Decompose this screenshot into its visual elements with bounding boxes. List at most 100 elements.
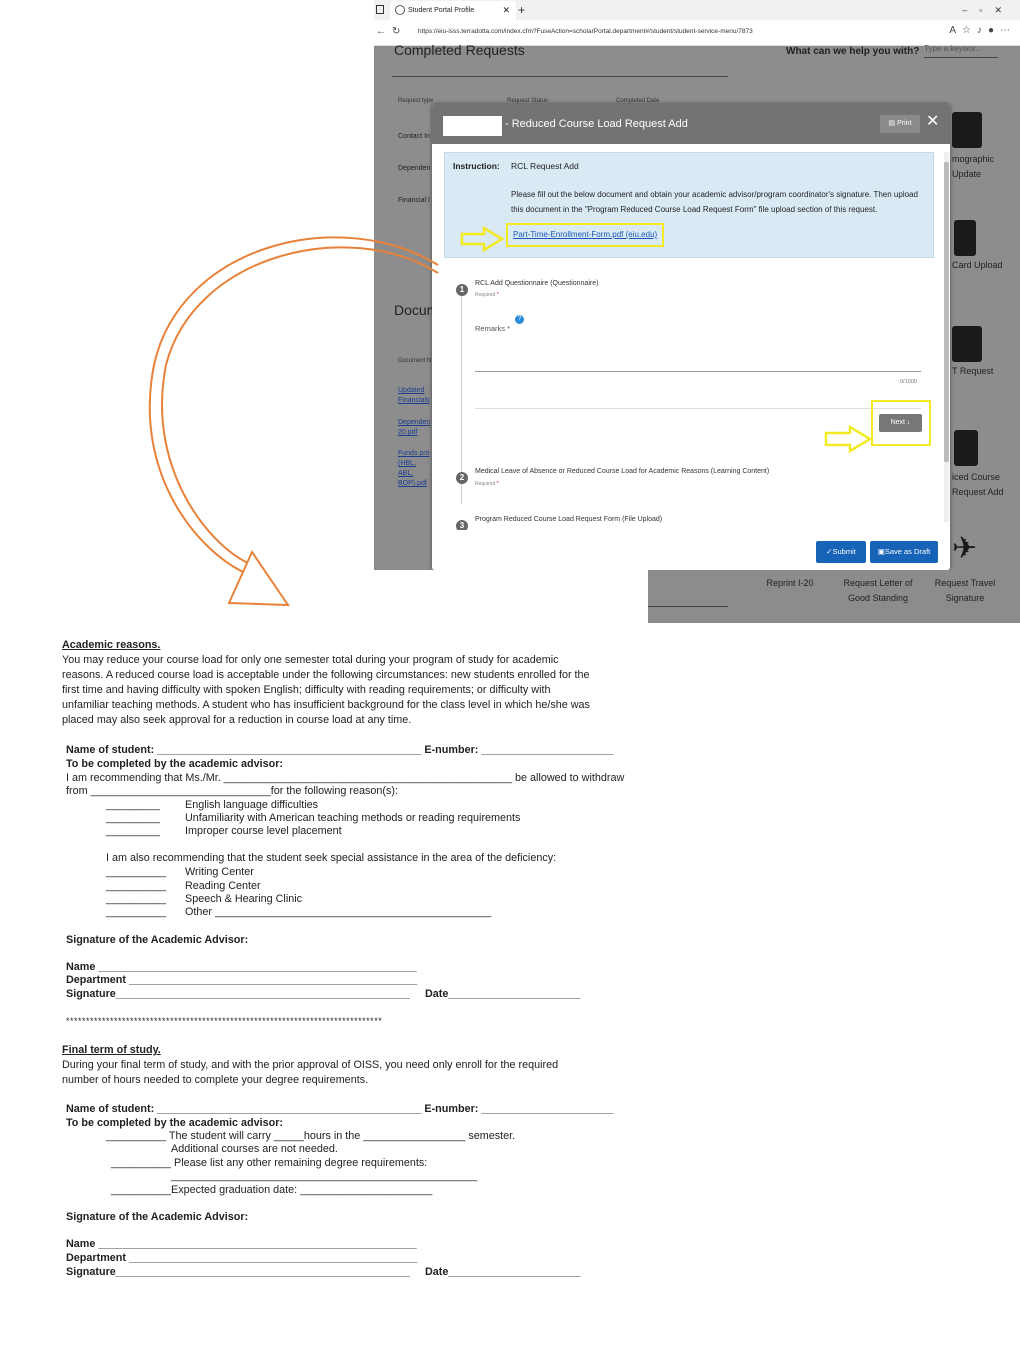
globe-icon xyxy=(395,5,405,15)
side-item[interactable]: T Request xyxy=(952,364,993,379)
book-icon[interactable] xyxy=(954,430,978,466)
tile-reprint-i20[interactable]: Reprint I-20 xyxy=(760,576,820,591)
blank-line: __________ xyxy=(106,906,167,918)
sig-name-line: Name ___________________________________… xyxy=(66,961,417,973)
assist-line: I am also recommending that the student … xyxy=(106,852,557,864)
section-title: Academic reasons. xyxy=(62,639,161,651)
blank-line: __________ xyxy=(106,893,167,905)
sig-signature-line: Signature_______________________________… xyxy=(66,988,411,1000)
carry-line-2: Additional courses are not needed. xyxy=(171,1143,338,1155)
airplane-icon[interactable]: ✈ xyxy=(952,534,977,564)
signature-heading: Signature of the Academic Advisor: xyxy=(66,1211,249,1223)
instruction-panel: Instruction: RCL Request Add Please fill… xyxy=(444,152,934,258)
tile-good-standing[interactable]: Request Letter of Good Standing xyxy=(842,576,914,606)
blank-line: _________ xyxy=(106,812,161,824)
blank-line: ________________________________________… xyxy=(171,1170,478,1182)
browser-tab[interactable]: Student Portal Profile ✕ xyxy=(390,1,516,20)
required-text: Required xyxy=(475,481,496,487)
advisor-heading: To be completed by the academic advisor: xyxy=(66,758,283,770)
form-pdf-link[interactable]: Part-Time-Enrollment-Form.pdf (eiu.edu) xyxy=(513,230,657,239)
draft-label: Save as Draft xyxy=(884,547,931,556)
separator-stars: ****************************************… xyxy=(66,1016,383,1026)
close-tab-icon[interactable]: ✕ xyxy=(502,1,510,20)
section-paragraph: During your final term of study, and wit… xyxy=(62,1059,559,1086)
submit-label: Submit xyxy=(832,547,856,556)
navigation-buttons[interactable]: ←↻ xyxy=(376,26,406,37)
window-controls[interactable]: –▫✕ xyxy=(962,0,1014,20)
modal-scrollbar[interactable] xyxy=(944,152,949,522)
advisor-heading: To be completed by the academic advisor: xyxy=(66,1117,283,1129)
section-title: Final term of study. xyxy=(62,1044,161,1056)
title-underline xyxy=(392,76,728,77)
reason-item: English language difficulties xyxy=(185,799,319,811)
instruction-heading: RCL Request Add xyxy=(511,161,579,171)
browser-screenshot: Student Portal Profile ✕ + –▫✕ ←↻ https:… xyxy=(374,0,1020,570)
close-icon[interactable]: ✕ xyxy=(926,112,939,132)
clipboard-icon[interactable] xyxy=(954,220,976,256)
address-bar-icons[interactable]: A☆♪●⋯ xyxy=(949,25,1016,36)
help-icon[interactable]: ? xyxy=(515,315,524,324)
step-title: RCL Add Questionnaire (Questionnaire) xyxy=(475,280,599,287)
graduation-line: __________Expected graduation date: ____… xyxy=(111,1184,433,1196)
remaining-line: __________ Please list any other remaini… xyxy=(111,1157,428,1169)
modal-header: - Reduced Course Load Request Add ▤ Prin… xyxy=(432,104,950,144)
instruction-text: Please fill out the below document and o… xyxy=(511,190,918,214)
from-line: from ______________________________for t… xyxy=(66,785,398,797)
yellow-arrow-icon xyxy=(460,226,504,252)
scroll-thumb[interactable] xyxy=(944,162,949,462)
assist-item: Writing Center xyxy=(185,866,254,878)
portal-background: Completed Requests What can we help you … xyxy=(374,42,1020,570)
instruction-label: Instruction: xyxy=(453,161,500,171)
blank-line: __________ xyxy=(106,880,167,892)
id-card-icon[interactable] xyxy=(952,112,982,148)
step-title: Medical Leave of Absence or Reduced Cour… xyxy=(475,468,770,475)
side-item[interactable]: mographic Update xyxy=(952,152,1004,182)
sig-dept-line: Department _____________________________… xyxy=(66,974,418,986)
portal-tiles-strip: Reprint I-20 Request Letter of Good Stan… xyxy=(648,570,1020,623)
submit-button[interactable]: ✓Submit xyxy=(816,541,866,563)
yellow-arrow-icon xyxy=(824,425,872,453)
save-draft-button[interactable]: ▣Save as Draft xyxy=(870,541,938,563)
tab-bar: Student Portal Profile ✕ + –▫✕ xyxy=(374,0,1020,20)
enrollment-form-document: Academic reasons. You may reduce your co… xyxy=(0,630,624,1350)
print-label: Print xyxy=(897,120,912,127)
divider xyxy=(475,408,921,409)
signature-heading: Signature of the Academic Advisor: xyxy=(66,934,249,946)
assist-item: Other __________________________________… xyxy=(185,906,492,918)
char-counter: 0/1000 xyxy=(900,379,917,385)
modal-title: - Reduced Course Load Request Add xyxy=(505,118,688,130)
next-button[interactable]: Next ↓ xyxy=(879,414,922,432)
recommend-line: I am recommending that Ms./Mr. _________… xyxy=(66,772,625,784)
blank-line: _________ xyxy=(106,799,161,811)
new-tab-button[interactable]: + xyxy=(518,0,525,20)
modal-footer: ✓Submit ▣Save as Draft xyxy=(432,530,950,570)
table-row[interactable]: Contact In xyxy=(398,133,430,140)
tab-title: Student Portal Profile xyxy=(408,7,475,14)
assist-item: Reading Center xyxy=(185,880,261,892)
side-item[interactable]: Card Upload xyxy=(952,258,1003,273)
required-note: Required * xyxy=(475,292,499,298)
briefcase-icon[interactable] xyxy=(952,326,982,362)
next-label: Next xyxy=(890,419,905,426)
orange-curved-arrow-icon xyxy=(148,236,439,607)
table-row[interactable]: Financial I xyxy=(398,197,430,204)
side-item[interactable]: iced Course Request Add xyxy=(952,470,1012,500)
print-button[interactable]: ▤ Print xyxy=(880,115,920,133)
next-highlight-box: Next ↓ xyxy=(871,400,931,446)
url-text[interactable]: https://eiu-isss.terradotta.com/index.cf… xyxy=(418,28,753,35)
required-text: Required xyxy=(475,292,496,298)
sig-dept-line: Department _____________________________… xyxy=(66,1252,418,1264)
search-input[interactable]: Type a keywor... xyxy=(924,44,998,58)
required-note: Required * xyxy=(475,481,499,487)
link-highlight-box: Part-Time-Enrollment-Form.pdf (eiu.edu) xyxy=(506,223,664,247)
assist-item: Speech & Hearing Clinic xyxy=(185,893,303,905)
section-paragraph: You may reduce your course load for only… xyxy=(62,654,590,726)
column-header: Request type xyxy=(398,98,434,104)
step-title: Program Reduced Course Load Request Form… xyxy=(475,516,663,523)
remarks-textarea[interactable] xyxy=(475,340,921,372)
tile-travel-signature[interactable]: Request Travel Signature xyxy=(930,576,1000,606)
tab-actions-icon[interactable] xyxy=(376,5,384,14)
remarks-text: Remarks xyxy=(475,324,506,333)
table-row[interactable]: Dependen xyxy=(398,165,430,172)
step-number-badge: 1 xyxy=(456,284,468,296)
